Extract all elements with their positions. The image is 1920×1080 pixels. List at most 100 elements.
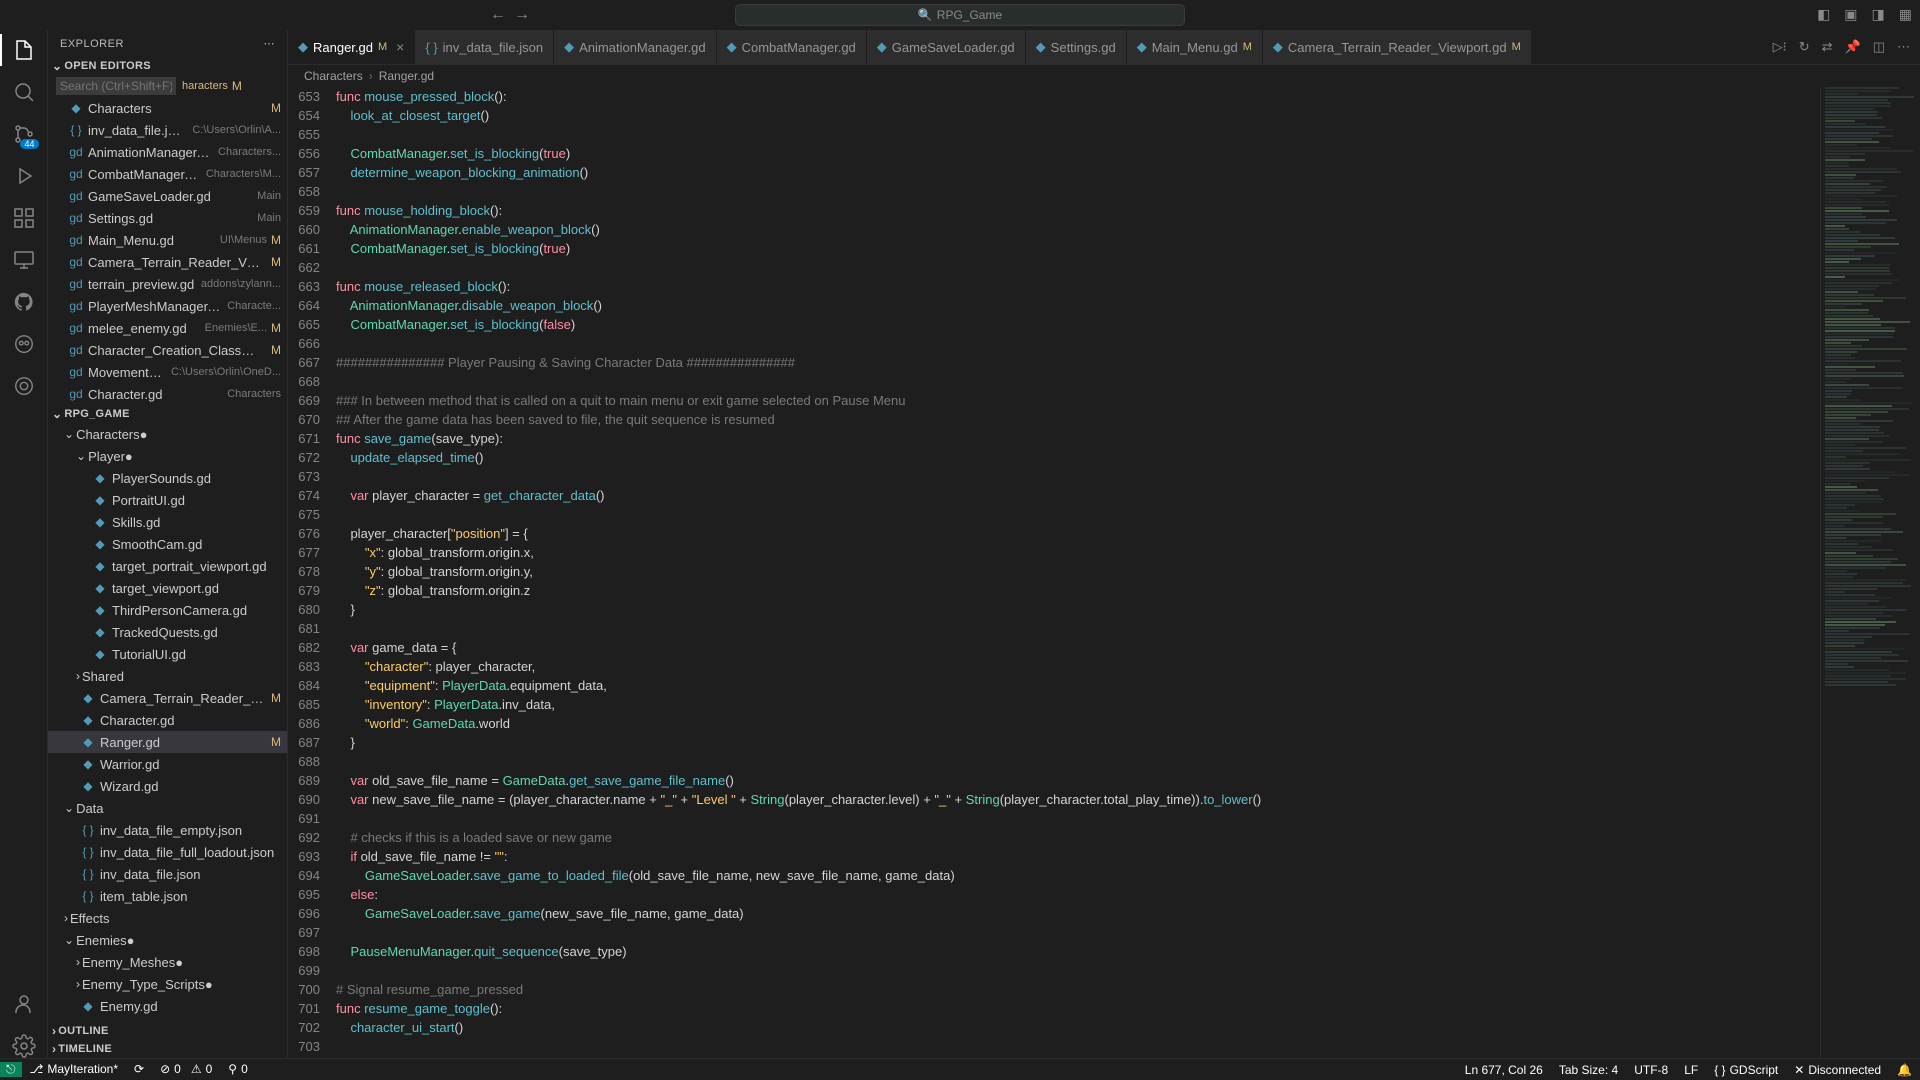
file-item[interactable]: ◆Character.gd — [48, 709, 287, 731]
toggle-secondary-sidebar-icon[interactable]: ◨ — [1872, 6, 1885, 23]
minimap[interactable] — [1820, 87, 1920, 1058]
folder-characters[interactable]: ⌄Characters● — [48, 423, 287, 445]
folder-enemy_meshes[interactable]: ›Enemy_Meshes● — [48, 951, 287, 973]
open-editor-item[interactable]: gdCharacter_Creation_Class_S...M — [48, 339, 287, 361]
customize-layout-icon[interactable]: ▦ — [1899, 6, 1912, 23]
open-editor-item[interactable]: gdAnimationManager.gdCharacters... — [48, 141, 287, 163]
tab[interactable]: { }inv_data_file.json — [415, 30, 554, 64]
open-editor-item[interactable]: gdmelee_enemy.gdEnemies\E...M — [48, 317, 287, 339]
encoding[interactable]: UTF-8 — [1626, 1063, 1676, 1077]
remote-indicator[interactable]: ⎋ — [0, 1062, 22, 1077]
command-center[interactable]: 🔍 RPG_Game — [735, 4, 1185, 26]
tab[interactable]: ◆Settings.gd — [1026, 30, 1127, 64]
code-editor[interactable]: 653func mouse_pressed_block():654 look_a… — [288, 87, 1820, 1058]
file-label: Camera_Terrain_Reader_Vie... — [88, 255, 261, 270]
file-item[interactable]: ◆target_portrait_viewport.gd — [48, 555, 287, 577]
file-item[interactable]: ◆PlayerSounds.gd — [48, 467, 287, 489]
file-item[interactable]: ◆PortraitUI.gd — [48, 489, 287, 511]
search-input-row[interactable]: haractersM — [48, 75, 287, 97]
timeline-header[interactable]: › TIMELINE — [48, 1040, 287, 1058]
tab[interactable]: ◆Main_Menu.gdM — [1127, 30, 1263, 64]
tab[interactable]: ◆Ranger.gdM× — [288, 30, 415, 64]
file-item[interactable]: ◆TrackedQuests.gd — [48, 621, 287, 643]
open-editor-item[interactable]: gdterrain_preview.gdaddons\zylann... — [48, 273, 287, 295]
open-editor-item[interactable]: gdMain_Menu.gdUI\MenusM — [48, 229, 287, 251]
split-icon[interactable]: ◫ — [1873, 39, 1885, 55]
file-item[interactable]: ◆Ranger.gdM — [48, 731, 287, 753]
folder-shared[interactable]: ›Shared — [48, 665, 287, 687]
open-editors-header[interactable]: ⌄ OPEN EDITORS — [48, 57, 287, 75]
eol[interactable]: LF — [1676, 1063, 1706, 1077]
go-to-prev-icon[interactable]: ↻ — [1799, 39, 1810, 55]
file-item[interactable]: ◆Skills.gd — [48, 511, 287, 533]
file-item[interactable]: { }inv_data_file_empty.json — [48, 819, 287, 841]
file-label: target_portrait_viewport.gd — [112, 559, 281, 574]
project-header[interactable]: ⌄ RPG_GAME — [48, 405, 287, 423]
toggle-primary-sidebar-icon[interactable]: ◧ — [1817, 6, 1830, 23]
nav-back-icon[interactable]: ← — [490, 6, 506, 24]
open-editor-item[interactable]: gdCamera_Terrain_Reader_Vie...M — [48, 251, 287, 273]
search-activity-icon[interactable] — [12, 80, 36, 104]
folder-enemy_type_scripts[interactable]: ›Enemy_Type_Scripts● — [48, 973, 287, 995]
open-editor-item[interactable]: { }inv_data_file.jsonC:\Users\Orlin\A... — [48, 119, 287, 141]
problems[interactable]: ⊘0⚠0 — [152, 1062, 220, 1076]
folder-data[interactable]: ⌄Data — [48, 797, 287, 819]
extra-icon[interactable] — [12, 374, 36, 398]
outline-header[interactable]: › OUTLINE — [48, 1022, 287, 1040]
compare-icon[interactable]: ⇄ — [1822, 39, 1833, 55]
settings-gear-icon[interactable] — [12, 1034, 36, 1058]
file-item[interactable]: ◆TutorialUI.gd — [48, 643, 287, 665]
godot-icon[interactable] — [12, 332, 36, 356]
tab[interactable]: ◆AnimationManager.gd — [554, 30, 716, 64]
folder-effects[interactable]: ›Effects — [48, 907, 287, 929]
tab-size[interactable]: Tab Size: 4 — [1551, 1063, 1626, 1077]
tab[interactable]: ◆Camera_Terrain_Reader_Viewport.gdM — [1263, 30, 1532, 64]
sync-button[interactable]: ⟳ — [126, 1062, 152, 1076]
file-item[interactable]: { }item_table.json — [48, 885, 287, 907]
git-branch[interactable]: ⎇MayIteration* — [22, 1062, 127, 1076]
folder-enemies[interactable]: ⌄Enemies● — [48, 929, 287, 951]
disconnected[interactable]: ✕Disconnected — [1786, 1063, 1889, 1077]
ports[interactable]: ⚲0 — [220, 1062, 255, 1076]
run-debug-icon[interactable] — [12, 164, 36, 188]
breadcrumb-item[interactable]: Ranger.gd — [379, 69, 434, 83]
accounts-icon[interactable] — [12, 992, 36, 1016]
file-item[interactable]: ◆ThirdPersonCamera.gd — [48, 599, 287, 621]
file-item[interactable]: ◆target_viewport.gd — [48, 577, 287, 599]
nav-forward-icon[interactable]: → — [514, 6, 530, 24]
file-item[interactable]: { }inv_data_file_full_loadout.json — [48, 841, 287, 863]
file-item[interactable]: ◆Warrior.gd — [48, 753, 287, 775]
more-icon[interactable]: ⋯ — [264, 37, 276, 50]
pin-icon[interactable]: 📌 — [1845, 39, 1861, 55]
file-item[interactable]: ◆Enemy.gd — [48, 995, 287, 1017]
source-control-icon[interactable]: 44 — [12, 122, 36, 146]
open-editor-item[interactable]: gdSettings.gdMain — [48, 207, 287, 229]
file-item[interactable]: ◆Camera_Terrain_Reader_Viewp...M — [48, 687, 287, 709]
close-icon[interactable]: × — [396, 39, 404, 55]
open-editor-item[interactable]: gdGameSaveLoader.gdMain — [48, 185, 287, 207]
toggle-panel-icon[interactable]: ▣ — [1844, 6, 1857, 23]
open-editor-item[interactable]: gdCombatManager.gdCharacters\M... — [48, 163, 287, 185]
notifications-icon[interactable]: 🔔 — [1889, 1063, 1920, 1077]
file-item[interactable]: ◆SmoothCam.gd — [48, 533, 287, 555]
cursor-position[interactable]: Ln 677, Col 26 — [1457, 1063, 1551, 1077]
run-file-icon[interactable]: ▷⁝ — [1773, 39, 1787, 55]
extensions-icon[interactable] — [12, 206, 36, 230]
explorer-icon[interactable] — [12, 38, 36, 62]
breadcrumb-item[interactable]: Characters — [304, 69, 363, 83]
open-editor-item[interactable]: ◆CharactersM — [48, 97, 287, 119]
github-icon[interactable] — [12, 290, 36, 314]
tab[interactable]: ◆GameSaveLoader.gd — [867, 30, 1026, 64]
breadcrumbs[interactable]: Characters › Ranger.gd — [288, 65, 1920, 87]
tab[interactable]: ◆CombatManager.gd — [717, 30, 867, 64]
open-editor-item[interactable]: gdCharacter.gdCharacters — [48, 383, 287, 405]
file-item[interactable]: ◆Wizard.gd — [48, 775, 287, 797]
open-editor-item[interactable]: gdPlayerMeshManager.gdCharacte... — [48, 295, 287, 317]
more-tab-icon[interactable]: ⋯ — [1897, 39, 1910, 55]
language-mode[interactable]: { }GDScript — [1706, 1063, 1786, 1077]
folder-player[interactable]: ⌄Player● — [48, 445, 287, 467]
open-editor-item[interactable]: gdMovement.gdC:\Users\Orlin\OneD... — [48, 361, 287, 383]
remote-explorer-icon[interactable] — [12, 248, 36, 272]
file-item[interactable]: { }inv_data_file.json — [48, 863, 287, 885]
search-input[interactable] — [56, 77, 176, 95]
